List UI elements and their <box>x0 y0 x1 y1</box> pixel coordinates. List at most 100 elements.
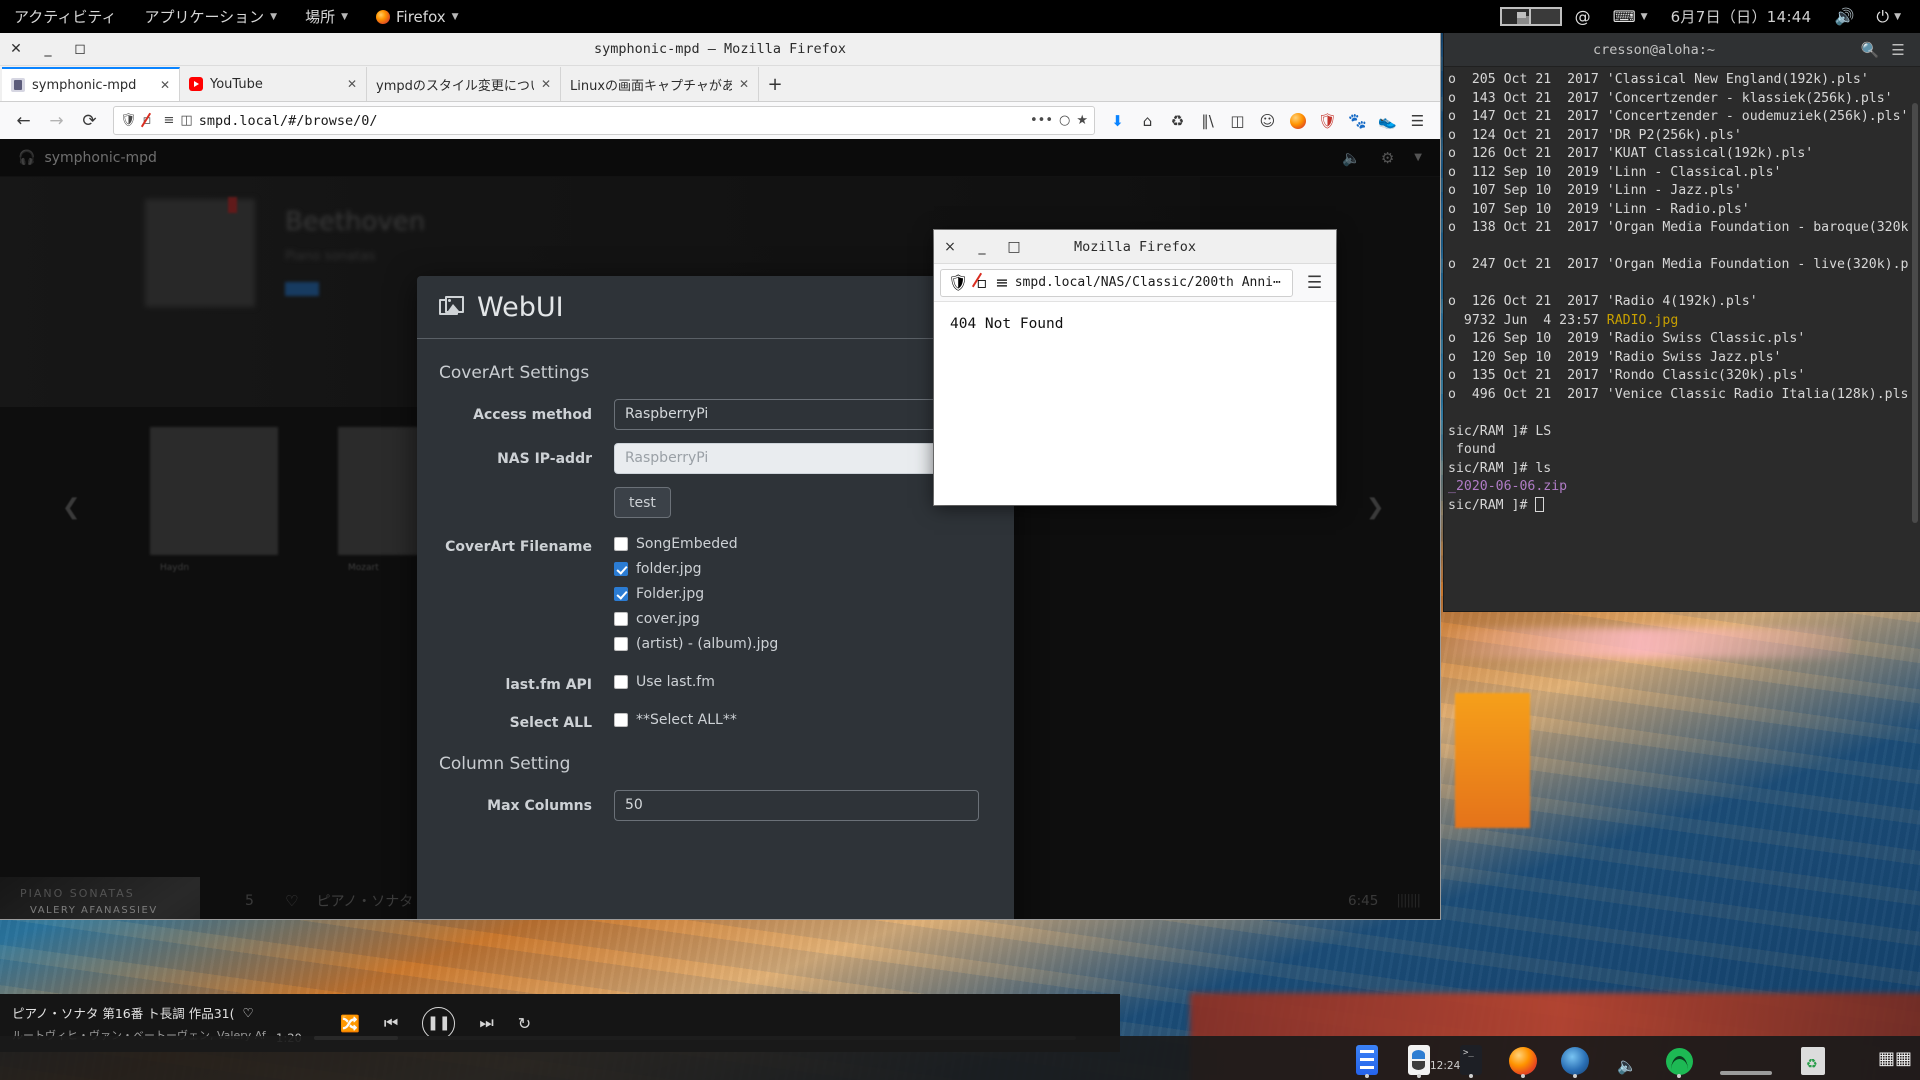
terminal-output[interactable]: o 205 Oct 21 2017 'Classical New England… <box>1444 67 1920 611</box>
shoe-addon-icon[interactable]: 👟 <box>1373 106 1402 135</box>
coverart-checkbox-line[interactable]: (artist) - (album).jpg <box>614 631 992 656</box>
taskbar-item-thunderbird[interactable] <box>1560 1041 1590 1078</box>
url-bar[interactable]: 🛡 ▫ ≡ ◫ smpd.local/#/browse/0/ ••• ○ ★ <box>113 106 1095 135</box>
popup-url-text[interactable]: smpd.local/NAS/Classic/200th Anni⋯ <box>1015 275 1281 290</box>
coverart-checkbox-line[interactable]: cover.jpg <box>614 606 992 631</box>
applications-menu[interactable]: アプリケーション ▼ <box>130 6 291 27</box>
terminal-scrollbar[interactable] <box>1912 103 1918 523</box>
taskbar-item-files[interactable] <box>1352 1041 1382 1078</box>
max-columns-input[interactable]: 50 <box>614 790 979 821</box>
home-icon[interactable]: ⌂ <box>1133 106 1162 135</box>
taskbar-item-terminal[interactable]: >_ 12:24 <box>1430 1041 1486 1078</box>
firefox-maximize-button[interactable]: ◻ <box>64 33 96 66</box>
tab-youtube[interactable]: YouTube ✕ <box>180 67 367 101</box>
terminal-search-icon[interactable]: 🔍 <box>1856 38 1884 62</box>
firefox-minimize-button[interactable]: _ <box>32 33 64 66</box>
shield-addon-icon[interactable]: 🛡 <box>1313 106 1342 135</box>
volume-icon[interactable]: 🔊 <box>1826 7 1864 26</box>
pocket-save-icon[interactable]: ♻ <box>1163 106 1192 135</box>
bookmark-star-icon[interactable]: ★ <box>1076 113 1088 128</box>
next-icon[interactable]: ⏭ <box>479 1013 493 1033</box>
coverart-checkbox-line[interactable]: SongEmbeded <box>614 531 992 556</box>
wallpaper-accent <box>1455 693 1530 828</box>
firefox-addon-icon[interactable] <box>1283 106 1312 135</box>
reader-mode-icon[interactable]: ◫ <box>180 113 192 128</box>
shield-icon[interactable]: 🛡 <box>948 273 968 292</box>
terminal-line-highlight: RADIO.jpg <box>1606 312 1679 328</box>
use-lastfm-label: Use last.fm <box>636 673 715 690</box>
tab-close-icon[interactable]: ✕ <box>739 77 749 91</box>
taskbar-item-trash[interactable] <box>1798 1041 1828 1075</box>
coverart-checkbox[interactable] <box>614 536 628 551</box>
popup-url-bar[interactable]: 🛡 ▫ ≡ smpd.local/NAS/Classic/200th Anni⋯ <box>940 268 1293 297</box>
permissions-icon[interactable]: ≡ <box>164 113 175 128</box>
coverart-checkbox-line[interactable]: folder.jpg <box>614 556 992 581</box>
firefox-popup-window[interactable]: × _ □ Mozilla Firefox 🛡 ▫ ≡ smpd.local/N… <box>934 230 1336 505</box>
tab-label: YouTube <box>210 76 263 92</box>
reload-button[interactable]: ⟳ <box>74 105 105 136</box>
workspace-switcher[interactable] <box>1499 7 1562 26</box>
forward-button[interactable]: → <box>41 105 72 136</box>
nas-ip-input[interactable]: RaspberryPi <box>614 443 979 474</box>
tab-symphonic-mpd[interactable]: symphonic-mpd ✕ <box>2 67 180 101</box>
gnome-addon-icon[interactable]: 🐾 <box>1343 106 1372 135</box>
lastfm-row: last.fm API Use last.fm <box>439 669 992 694</box>
blocked-icon[interactable]: ▫ <box>143 113 158 128</box>
url-text[interactable]: smpd.local/#/browse/0/ <box>199 113 1024 129</box>
repeat-icon[interactable]: ↻ <box>518 1014 531 1033</box>
taskbar: >_ 12:24 🔈 ▦▦ <box>0 1036 1920 1080</box>
shuffle-icon[interactable]: 🔀 <box>340 1014 360 1033</box>
volume-icon[interactable]: 🔈 <box>1612 1041 1642 1075</box>
terminal-menu-icon[interactable]: ☰ <box>1884 38 1912 62</box>
tab-linux-capture[interactable]: Linuxの画面キャプチャがあ ✕ <box>561 67 759 101</box>
permissions-icon[interactable]: ≡ <box>995 273 1008 292</box>
taskbar-item-firefox[interactable] <box>1508 1041 1538 1078</box>
coverart-checkbox[interactable] <box>614 636 628 651</box>
favorite-heart-icon[interactable]: ♡ <box>242 1005 253 1020</box>
keyboard-icon[interactable]: ⌨ ▼ <box>1604 7 1657 26</box>
use-lastfm-checkbox[interactable] <box>614 674 628 689</box>
activities-button[interactable]: アクティビティ <box>0 6 130 27</box>
taskbar-item-spotify[interactable] <box>1664 1041 1694 1078</box>
lastfm-checkbox-line[interactable]: Use last.fm <box>614 669 992 694</box>
coverart-checkbox[interactable] <box>614 561 628 576</box>
sidebar-icon[interactable]: ◫ <box>1223 106 1252 135</box>
firefox-close-button[interactable]: ✕ <box>0 33 32 66</box>
tab-close-icon[interactable]: ✕ <box>541 77 551 91</box>
coverart-checkbox[interactable] <box>614 611 628 626</box>
lastfm-label: last.fm API <box>505 677 592 693</box>
app-menu-firefox[interactable]: Firefox ▼ <box>362 8 473 26</box>
coverart-checkbox-label: folder.jpg <box>636 560 702 577</box>
back-button[interactable]: ← <box>8 105 39 136</box>
clock[interactable]: 6月7日（日）14:44 <box>1661 6 1822 27</box>
apps-grid-icon[interactable]: ▦▦ <box>1878 1041 1912 1075</box>
coverart-checkbox-label: SongEmbeded <box>636 535 738 552</box>
select-all-checkbox-line[interactable]: **Select ALL** <box>614 707 992 732</box>
images-icon <box>439 296 465 318</box>
tab-close-icon[interactable]: ✕ <box>160 78 170 92</box>
blocked-icon[interactable]: ▫ <box>974 273 989 292</box>
volume-slider[interactable] <box>1716 1041 1776 1075</box>
places-menu[interactable]: 場所 ▼ <box>291 6 362 27</box>
firefox-menu-icon[interactable]: ☰ <box>1403 106 1432 135</box>
previous-icon[interactable]: ⏮ <box>384 1013 398 1033</box>
test-button[interactable]: test <box>614 487 671 518</box>
download-icon[interactable]: ⬇ <box>1103 106 1132 135</box>
access-method-select[interactable]: RaspberryPi <box>614 399 979 430</box>
popup-menu-icon[interactable]: ☰ <box>1299 267 1330 298</box>
coverart-checkbox[interactable] <box>614 586 628 601</box>
coverart-checkbox-line[interactable]: Folder.jpg <box>614 581 992 606</box>
tab-ympd-style[interactable]: ympdのスタイル変更について ✕ <box>367 67 561 101</box>
webui-dialog-header: WebUI × <box>417 276 1014 339</box>
at-icon[interactable]: @ <box>1566 7 1600 26</box>
new-tab-button[interactable]: + <box>759 67 791 101</box>
library-icon[interactable]: ∥\ <box>1193 106 1222 135</box>
power-icon[interactable]: ⏻ ▼ <box>1867 7 1910 27</box>
page-actions-icon[interactable]: ••• <box>1030 113 1053 128</box>
select-all-checkbox[interactable] <box>614 712 628 727</box>
tab-close-icon[interactable]: ✕ <box>347 77 357 91</box>
pocket-icon[interactable]: ○ <box>1059 113 1070 128</box>
terminal-window[interactable]: cresson@aloha:~ 🔍 ☰ o 205 Oct 21 2017 'C… <box>1444 33 1920 611</box>
account-icon[interactable]: ☺ <box>1253 106 1282 135</box>
shield-icon[interactable]: 🛡 <box>120 113 137 128</box>
